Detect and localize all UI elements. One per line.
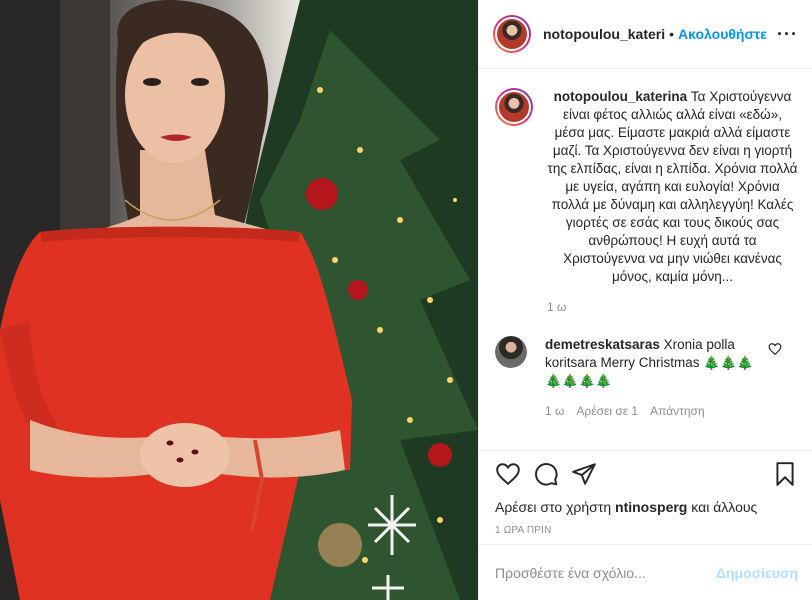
- post-photo[interactable]: [0, 0, 478, 600]
- likes-suffix: και άλλους: [691, 499, 758, 515]
- caption-avatar[interactable]: [495, 88, 533, 126]
- reply-button[interactable]: Απάντηση: [650, 402, 705, 420]
- caption-text: notopoulou_katerina Τα Χριστούγεννα είνα…: [547, 88, 798, 286]
- post-actions: Αρέσει στο χρήστη ntinosperg και άλλους …: [479, 450, 812, 536]
- comment-meta: 1 ω Αρέσει σε 1 Απάντηση: [545, 402, 765, 420]
- photo-illustration: [0, 0, 478, 600]
- comment-age: 1 ω: [545, 404, 565, 418]
- share-icon[interactable]: [571, 461, 597, 487]
- comments-section[interactable]: notopoulou_katerina Τα Χριστούγεννα είνα…: [479, 70, 812, 450]
- author-username[interactable]: notopoulou_kateri: [543, 26, 665, 42]
- post-details-panel: notopoulou_kateri • Ακολουθήστε ··· noto…: [478, 0, 812, 600]
- comment-icon[interactable]: [533, 461, 559, 487]
- comment-like-heart-icon[interactable]: [768, 342, 782, 356]
- commenter-avatar[interactable]: [495, 336, 527, 368]
- caption: notopoulou_katerina Τα Χριστούγεννα είνα…: [495, 88, 798, 314]
- commenter-username[interactable]: demetreskatsaras: [545, 337, 660, 352]
- likes-summary[interactable]: Αρέσει στο χρήστη ntinosperg και άλλους: [495, 499, 798, 515]
- follow-button[interactable]: Ακολουθήστε: [678, 26, 767, 42]
- post-comment-button[interactable]: Δημοσίευση: [716, 565, 798, 581]
- caption-body-text: Τα Χριστούγεννα είναι φέτος αλλιώς αλλά …: [547, 89, 798, 284]
- bookmark-icon[interactable]: [772, 461, 798, 487]
- caption-age: 1 ω: [547, 300, 567, 314]
- post-header: notopoulou_kateri • Ακολουθήστε ···: [479, 0, 812, 69]
- comment-item: demetreskatsaras Xronia polla koritsara …: [495, 336, 798, 420]
- separator-dot: •: [669, 26, 675, 42]
- more-options-icon[interactable]: ···: [777, 24, 798, 45]
- add-comment-bar: Δημοσίευση: [479, 544, 812, 600]
- comment-likes-link[interactable]: Αρέσει σε 1: [576, 402, 638, 420]
- likes-username[interactable]: ntinosperg: [615, 499, 687, 515]
- caption-username[interactable]: notopoulou_katerina: [554, 89, 688, 104]
- post-timestamp[interactable]: 1 ΩΡΑ ΠΡΙΝ: [495, 525, 798, 536]
- heart-icon[interactable]: [495, 461, 521, 487]
- comment-input[interactable]: [495, 564, 716, 581]
- author-avatar[interactable]: [493, 15, 531, 53]
- likes-prefix: Αρέσει στο χρήστη: [495, 499, 612, 515]
- comment-text: demetreskatsaras Xronia polla koritsara …: [545, 336, 765, 390]
- action-bar: [495, 461, 798, 487]
